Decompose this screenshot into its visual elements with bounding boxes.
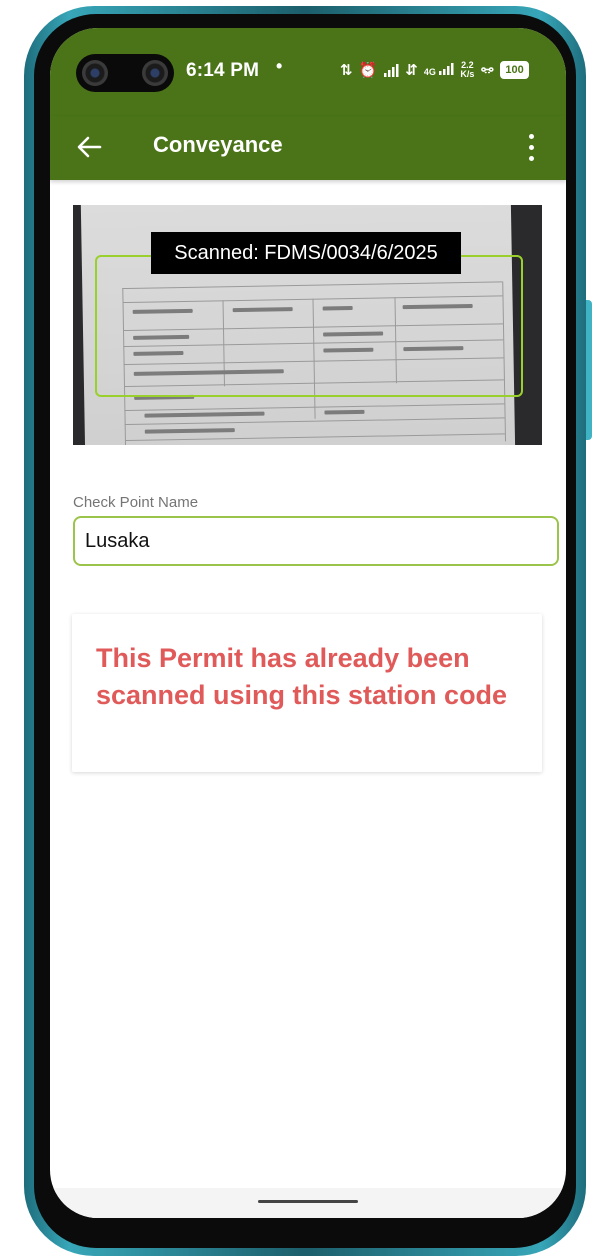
battery-icon: 100 <box>500 61 529 79</box>
alarm-icon: ⏰ <box>358 62 378 79</box>
front-camera-cutout <box>76 54 174 92</box>
scan-result-card: This Permit has already been scanned usi… <box>72 614 542 772</box>
status-bar: 6:14 PM • ⇅ ⏰ ⇵ 4G 2.2 K/s ꗭ 100 <box>50 28 566 116</box>
status-icons: ⇅ ⏰ ⇵ 4G 2.2 K/s ꗭ 100 <box>340 61 529 79</box>
sync-icon: ⇅ <box>340 62 353 79</box>
data-arrows-icon: ⇵ <box>405 62 418 79</box>
scan-frame <box>95 255 523 397</box>
checkpoint-name-label: Check Point Name <box>73 494 199 511</box>
gesture-nav-bar <box>50 1188 566 1218</box>
checkpoint-name-input[interactable] <box>73 516 559 566</box>
phone-side-button <box>586 300 592 440</box>
home-indicator[interactable] <box>258 1200 358 1203</box>
app-bar: Conveyance <box>50 116 566 180</box>
net-type: 4G <box>423 67 436 77</box>
arrow-left-icon[interactable] <box>74 132 104 162</box>
phone-screen: 6:14 PM • ⇅ ⏰ ⇵ 4G 2.2 K/s ꗭ 100 Conveya… <box>50 28 566 1218</box>
signal-bars-icon <box>439 63 454 75</box>
error-message: This Permit has already been scanned usi… <box>96 643 508 710</box>
scanned-code-label: Scanned: FDMS/0034/6/2025 <box>151 232 461 274</box>
camera-lens-icon <box>82 60 108 86</box>
camera-lens-icon <box>142 60 168 86</box>
vibrate-icon: ꗭ <box>480 61 495 79</box>
signal-icon <box>384 64 399 77</box>
notification-dot: • <box>276 56 283 76</box>
page-title: Conveyance <box>153 132 283 157</box>
network-speed-unit: K/s <box>460 69 475 79</box>
more-vert-icon[interactable] <box>522 130 542 166</box>
speed-icon: 2.2 K/s <box>460 61 474 79</box>
4g-signal-icon: 4G <box>424 63 455 77</box>
scanned-document-preview: Scanned: FDMS/0034/6/2025 <box>73 205 542 445</box>
status-time: 6:14 PM <box>186 60 260 81</box>
